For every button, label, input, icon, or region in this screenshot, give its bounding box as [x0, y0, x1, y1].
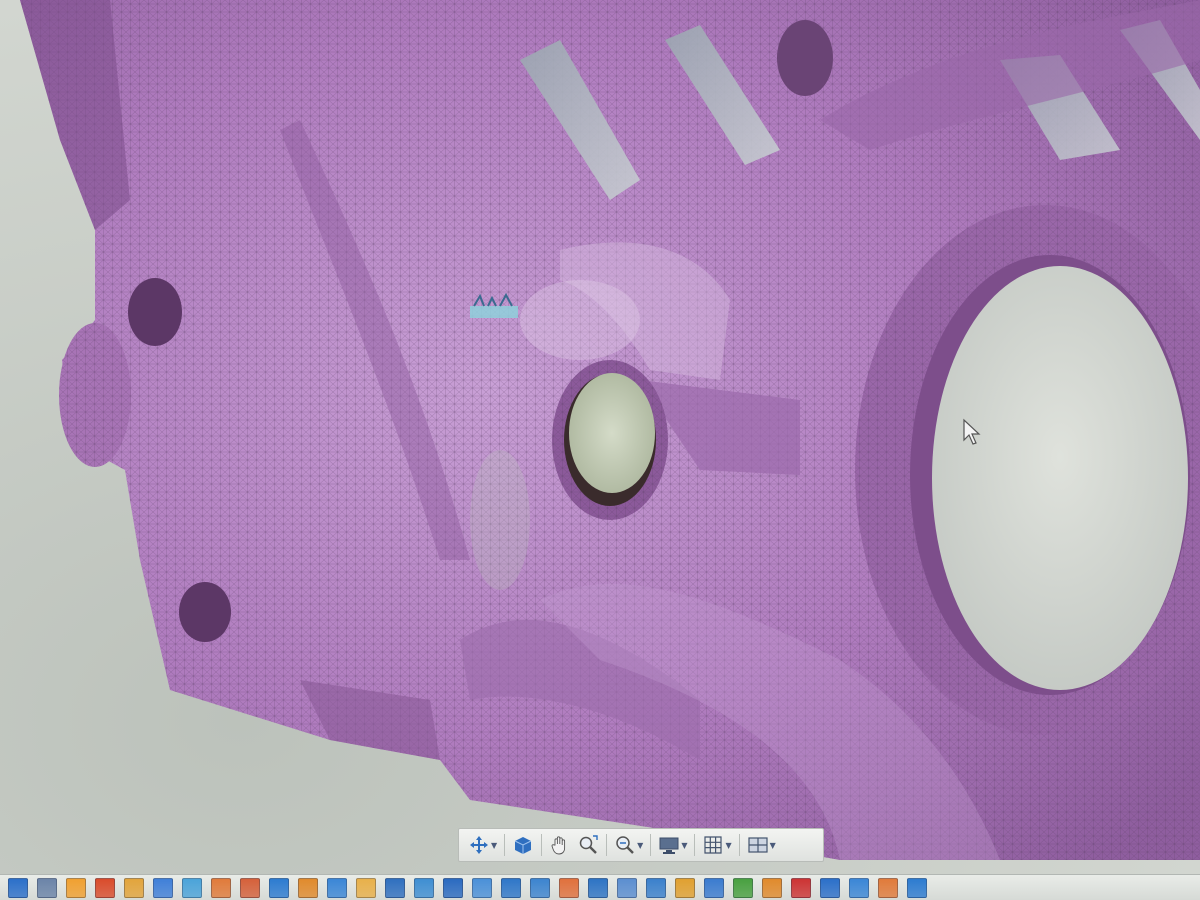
mesh-model-render[interactable] — [0, 0, 1200, 900]
ribbon-tool-icon[interactable] — [646, 877, 666, 898]
monitor-icon — [659, 837, 679, 854]
viewports-icon — [748, 837, 768, 853]
ribbon-tool-icon[interactable] — [356, 877, 376, 898]
view-cube-button[interactable] — [509, 831, 537, 859]
ribbon-tool-icon[interactable] — [211, 877, 231, 898]
ribbon-tool-icon[interactable] — [153, 877, 173, 898]
ribbon-tool-icon[interactable] — [878, 877, 898, 898]
ribbon-tool-icon[interactable] — [675, 877, 695, 898]
3d-viewport[interactable] — [0, 0, 1200, 900]
toolbar-divider — [504, 834, 506, 856]
ribbon-tool-icon[interactable] — [849, 877, 869, 898]
chevron-down-icon[interactable]: ▼ — [491, 841, 497, 850]
ribbon-tool-icon[interactable] — [501, 877, 521, 898]
ribbon-tool-icon[interactable] — [37, 877, 57, 898]
display-settings-button[interactable]: ▼ — [655, 831, 690, 859]
ribbon-tool-icon[interactable] — [66, 877, 86, 898]
toolbar-divider — [606, 834, 608, 856]
ribbon-tool-icon[interactable] — [95, 877, 115, 898]
chevron-down-icon[interactable]: ▼ — [725, 841, 731, 850]
zoom-window-icon — [579, 835, 598, 854]
ribbon-tool-icon[interactable] — [559, 877, 579, 898]
ribbon-tool-icon[interactable] — [733, 877, 753, 898]
ribbon-tool-icon[interactable] — [8, 877, 28, 898]
ribbon-tool-icon[interactable] — [530, 877, 550, 898]
ribbon-tool-icon[interactable] — [791, 877, 811, 898]
ribbon-tool-icon[interactable] — [298, 877, 318, 898]
chevron-down-icon[interactable]: ▼ — [637, 841, 643, 850]
orbit-button[interactable] — [546, 831, 574, 859]
toolbar-divider — [650, 834, 652, 856]
grid-icon — [704, 836, 723, 854]
large-bore-hole — [932, 266, 1188, 690]
ribbon-tool-icon[interactable] — [269, 877, 289, 898]
ribbon-tool-icon[interactable] — [124, 877, 144, 898]
zoom-window-button[interactable] — [574, 831, 602, 859]
cube-icon — [514, 837, 532, 854]
mouse-cursor-icon — [963, 418, 981, 445]
bolt-hole — [128, 278, 182, 346]
ribbon-tool-icon[interactable] — [327, 877, 347, 898]
ribbon-tool-icon[interactable] — [907, 877, 927, 898]
ribbon-tool-icon[interactable] — [385, 877, 405, 898]
grid-settings-button[interactable]: ▼ — [699, 831, 734, 859]
ribbon-tool-icon[interactable] — [240, 877, 260, 898]
ribbon-tool-icon[interactable] — [617, 877, 637, 898]
chevron-down-icon[interactable]: ▼ — [681, 841, 687, 850]
chevron-down-icon[interactable]: ▼ — [770, 841, 776, 850]
ribbon-tool-icon[interactable] — [414, 877, 434, 898]
center-hole — [569, 373, 655, 493]
ribbon-tool-icon[interactable] — [472, 877, 492, 898]
mesh-marker-icon — [470, 292, 518, 318]
ribbon-tool-icon[interactable] — [588, 877, 608, 898]
zoom-icon — [616, 836, 635, 854]
ribbon-tool-icon[interactable] — [443, 877, 463, 898]
ribbon-tool-icon[interactable] — [762, 877, 782, 898]
toolbar-divider — [738, 834, 740, 856]
ribbon-tool-icon[interactable] — [704, 877, 724, 898]
pan-button[interactable]: ▼ — [465, 831, 500, 859]
ribbon-tool-icon[interactable] — [820, 877, 840, 898]
bottom-ribbon-toolbar — [0, 874, 1200, 900]
viewports-button[interactable]: ▼ — [744, 831, 779, 859]
toolbar-divider — [694, 834, 696, 856]
navigation-toolbar: ▼ ▼ ▼ ▼ ▼ — [458, 828, 824, 862]
zoom-button[interactable]: ▼ — [611, 831, 646, 859]
ribbon-tool-icon[interactable] — [182, 877, 202, 898]
pan-arrows-icon — [470, 836, 488, 854]
toolbar-divider — [541, 834, 543, 856]
hand-icon — [551, 836, 566, 855]
bolt-hole — [179, 582, 231, 642]
